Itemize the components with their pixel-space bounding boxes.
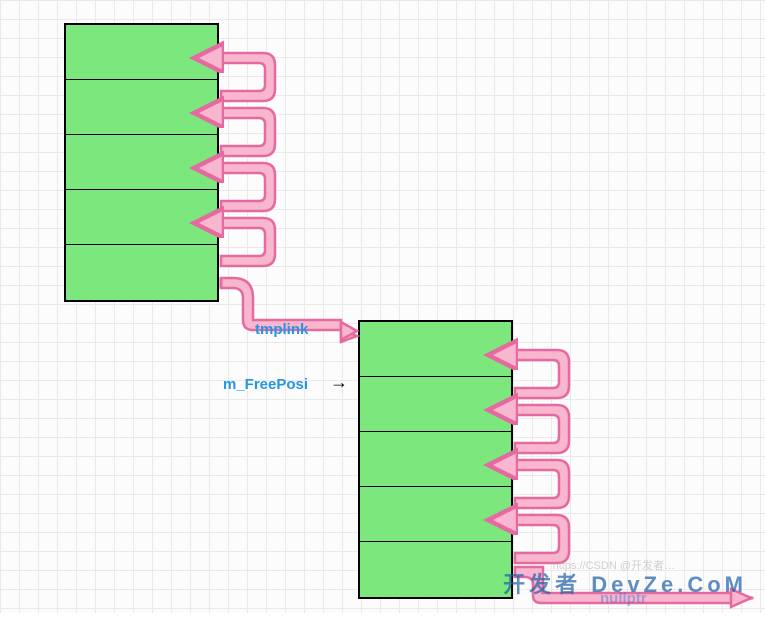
bottom-cell-3 [360, 487, 511, 542]
bottom-memory-block [358, 320, 513, 599]
bottom-cell-1 [360, 377, 511, 432]
top-cell-0 [66, 25, 217, 80]
top-cell-4 [66, 245, 217, 300]
bottom-cell-4 [360, 542, 511, 597]
top-cell-2 [66, 135, 217, 190]
bottom-cell-0 [360, 322, 511, 377]
m-freeposi-label: m_FreePosi [223, 376, 308, 393]
freeposi-arrow-icon: → [330, 372, 348, 393]
tmplink-arrow [219, 280, 379, 360]
top-memory-block [64, 23, 219, 302]
bottom-cell-2 [360, 432, 511, 487]
watermark-devze: 开发者 DevZe.CoM [503, 567, 747, 599]
top-cell-1 [66, 80, 217, 135]
top-cell-3 [66, 190, 217, 245]
tmplink-label: tmplink [255, 321, 308, 338]
